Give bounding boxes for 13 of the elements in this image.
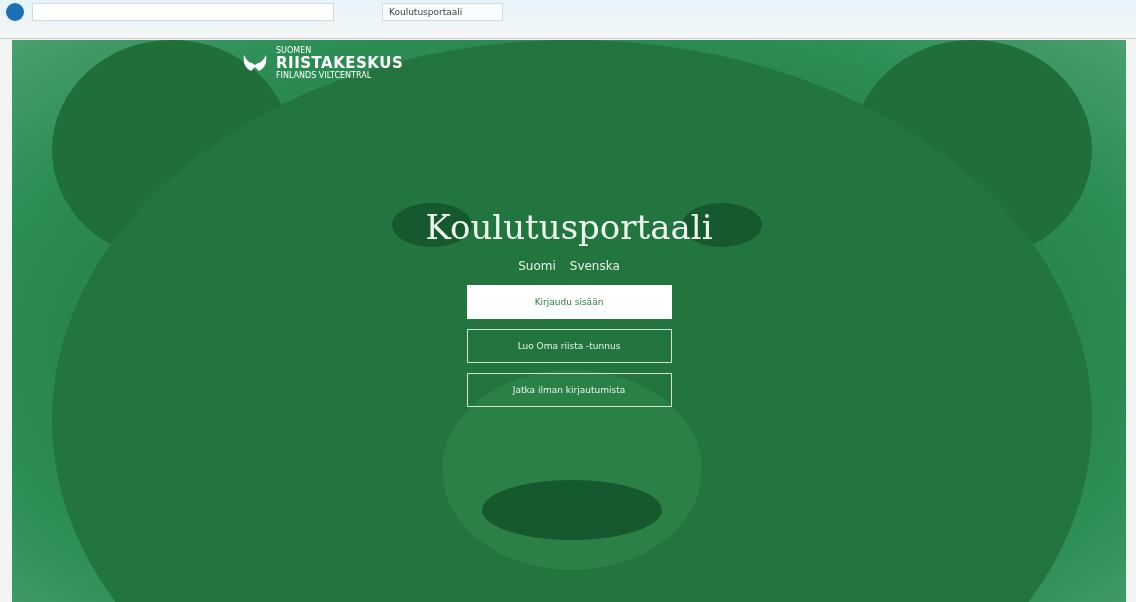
logo-text: RIISTAKESKUS — [276, 55, 404, 71]
browser-tab[interactable]: Koulutusportaali — [382, 3, 504, 21]
address-field[interactable] — [32, 3, 334, 21]
outline-button[interactable]: Luo Oma riista -tunnus — [466, 329, 672, 363]
page-title: Koulutusportaali — [425, 207, 713, 247]
logo-subtitle: SUOMEN — [276, 46, 313, 55]
back-icon[interactable] — [6, 3, 24, 21]
logo-subtitle: FINLANDS VILTCENTRAL — [276, 71, 373, 80]
language-link[interactable]: Svenska — [569, 259, 620, 273]
login-button[interactable]: Kirjaudu sisään — [466, 285, 672, 319]
language-link[interactable]: Suomi — [518, 259, 556, 273]
logo-icon — [242, 53, 268, 73]
outline-button[interactable]: Jatka ilman kirjautumista — [466, 373, 672, 407]
